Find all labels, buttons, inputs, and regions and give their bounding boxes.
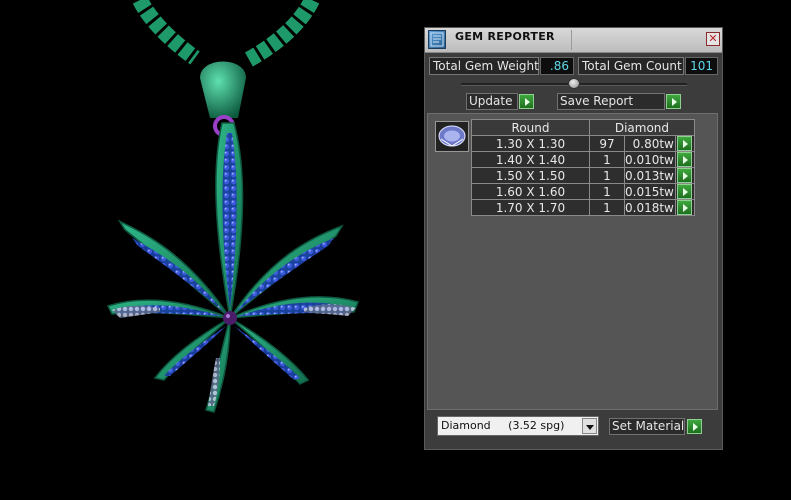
save-report-button[interactable]: Save Report xyxy=(557,93,665,110)
title-divider xyxy=(571,30,572,50)
save-report-go-icon[interactable] xyxy=(666,94,681,109)
gem-table: Round Diamond 1.30 X 1.30 97 0.80tw 1.40… xyxy=(471,119,695,216)
gem-size: 1.40 X 1.40 xyxy=(471,151,590,168)
gem-weight: 0.018tw xyxy=(624,199,676,216)
window-title: GEM REPORTER xyxy=(455,30,555,43)
set-material-go-icon[interactable] xyxy=(687,419,702,434)
gem-weight: 0.015tw xyxy=(624,183,676,200)
cannabis-leaf-pendant xyxy=(106,122,360,413)
gem-count: 1 xyxy=(589,151,625,168)
gem-count: 1 xyxy=(589,167,625,184)
gem-size: 1.70 X 1.70 xyxy=(471,199,590,216)
gem-reporter-app-icon xyxy=(428,30,446,49)
chevron-down-icon[interactable] xyxy=(582,418,597,434)
gem-size: 1.30 X 1.30 xyxy=(471,135,590,152)
total-gem-weight-value: .86 xyxy=(540,57,574,75)
pendant-render xyxy=(106,0,360,413)
slider-handle[interactable] xyxy=(568,78,580,89)
set-material-button[interactable]: Set Material xyxy=(609,418,685,435)
title-bar[interactable]: GEM REPORTER ✕ xyxy=(425,28,722,53)
cut-header: Round xyxy=(471,119,590,136)
gem-reporter-panel: GEM REPORTER ✕ Total Gem Weight .86 Tota… xyxy=(424,27,723,450)
material-dropdown[interactable]: Diamond (3.52 spg) xyxy=(437,416,599,436)
total-gem-count-label: Total Gem Count xyxy=(578,57,684,75)
gem-count: 1 xyxy=(589,199,625,216)
table-row: 1.30 X 1.30 97 0.80tw xyxy=(471,135,695,152)
gem-count: 1 xyxy=(589,183,625,200)
close-icon[interactable]: ✕ xyxy=(706,32,720,46)
total-gem-count-value: 101 xyxy=(685,57,718,75)
gem-size: 1.60 X 1.60 xyxy=(471,183,590,200)
gem-weight: 0.010tw xyxy=(624,151,676,168)
gem-weight: 0.80tw xyxy=(624,135,676,152)
select-row-go-icon[interactable] xyxy=(676,168,692,183)
table-header-row: Round Diamond xyxy=(471,119,695,136)
select-row-go-icon[interactable] xyxy=(676,184,692,199)
3d-viewport[interactable] xyxy=(0,0,420,496)
material-header: Diamond xyxy=(589,119,695,136)
select-row-go-icon[interactable] xyxy=(676,152,692,167)
chain xyxy=(132,0,320,67)
table-row: 1.70 X 1.70 1 0.018tw xyxy=(471,199,695,216)
total-gem-weight-label: Total Gem Weight xyxy=(429,57,539,75)
select-row-go-icon[interactable] xyxy=(676,200,692,215)
table-row: 1.50 X 1.50 1 0.013tw xyxy=(471,167,695,184)
gem-count: 97 xyxy=(589,135,625,152)
gem-report-area: Round Diamond 1.30 X 1.30 97 0.80tw 1.40… xyxy=(427,113,718,410)
round-gem-icon xyxy=(435,121,469,152)
gem-size: 1.50 X 1.50 xyxy=(471,167,590,184)
update-button[interactable]: Update xyxy=(466,93,518,110)
table-row: 1.60 X 1.60 1 0.015tw xyxy=(471,183,695,200)
update-go-icon[interactable] xyxy=(519,94,534,109)
material-dropdown-value: Diamond (3.52 spg) xyxy=(441,419,565,432)
pendant-bail xyxy=(200,61,246,118)
table-row: 1.40 X 1.40 1 0.010tw xyxy=(471,151,695,168)
gem-weight: 0.013tw xyxy=(624,167,676,184)
select-row-go-icon[interactable] xyxy=(676,136,692,151)
